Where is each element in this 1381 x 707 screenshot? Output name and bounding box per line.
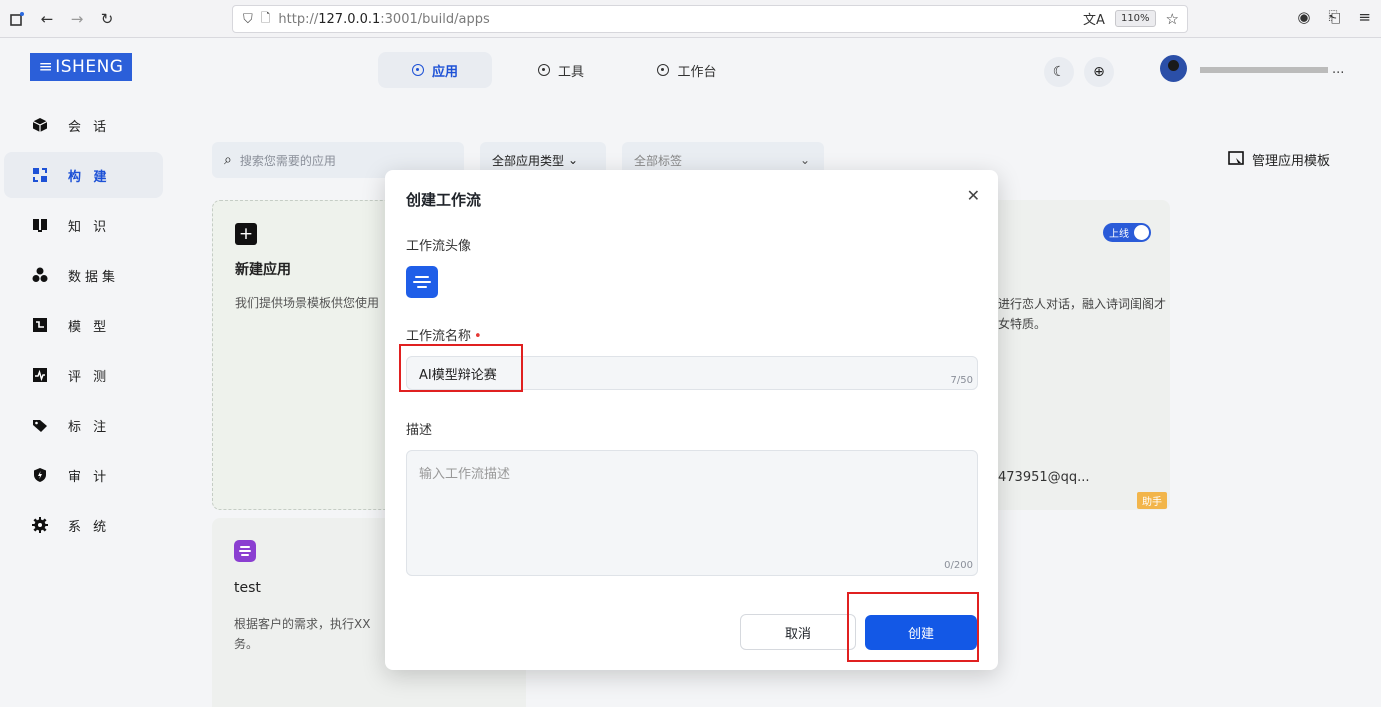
card-description: 进行恋人对话，融入诗词闺阁才女特质。	[998, 297, 1167, 331]
search-icon: ⌕	[224, 152, 232, 168]
app-header: ≡ ISHENG 应用 工具 工作台 ☾ ⊕ ...	[0, 38, 1381, 100]
sidebar-item-annotation[interactable]: 标 注	[4, 402, 163, 448]
tab-workbench[interactable]: 工作台	[630, 52, 744, 88]
page-icon: 🗋	[260, 10, 271, 25]
sidebar-item-build[interactable]: 构 建	[4, 152, 163, 198]
tag-icon	[32, 417, 48, 433]
workbench-icon	[657, 64, 670, 76]
app-icon	[411, 64, 424, 76]
sidebar: 会 话 构 建 知 识 数据集 模 型 评 测 标 注 审 计 系 统	[0, 100, 175, 552]
workflow-description-textarea[interactable]: 输入工作流描述 0/200	[406, 450, 978, 576]
plus-icon: +	[235, 223, 257, 245]
sidebar-item-evaluation[interactable]: 评 测	[4, 352, 163, 398]
bookmark-star-icon[interactable]: ☆	[1166, 10, 1179, 28]
manage-templates-button[interactable]: 管理应用模板	[1228, 150, 1330, 169]
theme-toggle-icon[interactable]: ☾	[1044, 57, 1074, 87]
description-char-count: 0/200	[944, 560, 973, 571]
translate-icon[interactable]: 文A	[1083, 9, 1105, 28]
card-title: 新建应用	[235, 262, 291, 278]
close-icon[interactable]: ✕	[967, 186, 980, 205]
build-icon	[32, 167, 48, 183]
zoom-badge[interactable]: 110%	[1114, 10, 1156, 27]
avatar[interactable]	[1160, 55, 1187, 82]
chevron-down-icon: ⌄	[568, 153, 579, 167]
model-icon	[32, 317, 48, 333]
browser-toolbar: ← → ↻ ⛉ 🗋 http://127.0.0.1:3001/build/ap…	[0, 0, 1381, 38]
language-globe-icon[interactable]: ⊕	[1084, 57, 1114, 87]
tab-tools[interactable]: 工具	[504, 52, 618, 88]
required-mark: •	[474, 329, 482, 344]
book-icon	[32, 217, 48, 233]
url-bar[interactable]: ⛉ 🗋 http://127.0.0.1:3001/build/apps 文A …	[232, 5, 1188, 33]
url-text: http://127.0.0.1:3001/build/apps	[278, 11, 490, 27]
back-icon[interactable]: ←	[36, 8, 58, 30]
sidebar-item-chat[interactable]: 会 话	[4, 102, 163, 148]
shield-icon	[32, 467, 48, 483]
tool-icon	[537, 64, 550, 76]
app-logo-icon	[234, 540, 256, 562]
online-toggle[interactable]: 上线	[1103, 223, 1151, 242]
dataset-icon	[32, 267, 48, 283]
gear-icon	[32, 517, 48, 533]
cancel-button[interactable]: 取消	[740, 614, 856, 650]
name-char-count: 7/50	[950, 375, 973, 386]
forward-icon[interactable]: →	[66, 8, 88, 30]
card-author: 473951@qq...	[998, 470, 1090, 485]
sidebar-item-knowledge[interactable]: 知 识	[4, 202, 163, 248]
account-icon[interactable]: ◉	[1297, 8, 1310, 26]
menu-icon[interactable]: ≡	[1358, 8, 1371, 26]
dialog-title: 创建工作流	[406, 191, 482, 209]
extensions-icon[interactable]: ⎗	[1328, 8, 1340, 26]
chevron-down-icon: ⌄	[799, 153, 810, 167]
highlight-create-button	[847, 592, 979, 662]
logo-mark-icon: ≡	[38, 57, 54, 77]
card-title: test	[234, 580, 261, 596]
highlight-name-input	[399, 344, 523, 392]
tab-apps[interactable]: 应用	[378, 52, 492, 88]
top-tabs: 应用 工具 工作台	[378, 52, 744, 88]
evaluation-icon	[32, 367, 48, 383]
description-label: 描述	[406, 423, 433, 438]
assistant-badge: 助手	[1137, 492, 1167, 509]
template-icon	[1228, 150, 1244, 169]
user-name[interactable]: ...	[1200, 62, 1344, 77]
shield-icon: ⛉	[243, 11, 253, 27]
sidebar-item-audit[interactable]: 审 计	[4, 452, 163, 498]
name-label: 工作流名称 •	[406, 329, 482, 344]
card-description: 根据客户的需求，执行XX务。	[234, 617, 371, 651]
tab-overview-icon[interactable]	[6, 8, 28, 30]
sidebar-item-dataset[interactable]: 数据集	[4, 252, 163, 298]
sidebar-item-system[interactable]: 系 统	[4, 502, 163, 548]
logo[interactable]: ≡ ISHENG	[30, 53, 132, 81]
workflow-avatar-icon[interactable]	[406, 266, 438, 298]
avatar-label: 工作流头像	[406, 239, 472, 254]
cube-icon	[32, 117, 48, 133]
reload-icon[interactable]: ↻	[96, 8, 118, 30]
sidebar-item-model[interactable]: 模 型	[4, 302, 163, 348]
